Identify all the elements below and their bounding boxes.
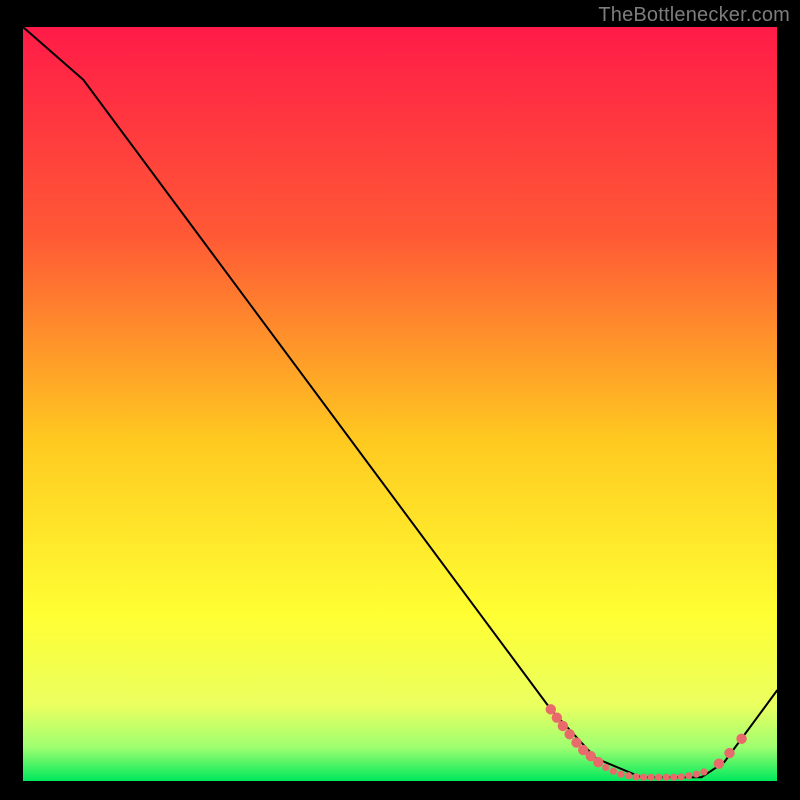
marker-dot: [593, 757, 603, 767]
marker-dot: [714, 758, 724, 768]
marker-dot: [564, 729, 574, 739]
marker-dot: [655, 774, 662, 781]
chart-stage: TheBottlenecker.com: [0, 0, 800, 800]
marker-dot: [632, 773, 639, 780]
plot-area: [23, 27, 777, 781]
chart-svg: [23, 27, 777, 781]
marker-dot: [678, 773, 685, 780]
marker-dot: [647, 774, 654, 781]
marker-dot: [693, 771, 700, 778]
marker-dot: [552, 712, 562, 722]
marker-dot: [685, 772, 692, 779]
marker-dot: [724, 748, 734, 758]
marker-dot: [610, 768, 617, 775]
marker-dot: [546, 704, 556, 714]
attribution-text: TheBottlenecker.com: [598, 4, 790, 27]
marker-dot: [558, 721, 568, 731]
marker-dot: [663, 774, 670, 781]
gradient-background: [23, 27, 777, 781]
marker-dot: [625, 772, 632, 779]
marker-dot: [736, 734, 746, 744]
marker-dot: [670, 774, 677, 781]
marker-dot: [617, 771, 624, 778]
marker-dot: [640, 774, 647, 781]
marker-dot: [700, 768, 707, 775]
marker-dot: [602, 764, 609, 771]
